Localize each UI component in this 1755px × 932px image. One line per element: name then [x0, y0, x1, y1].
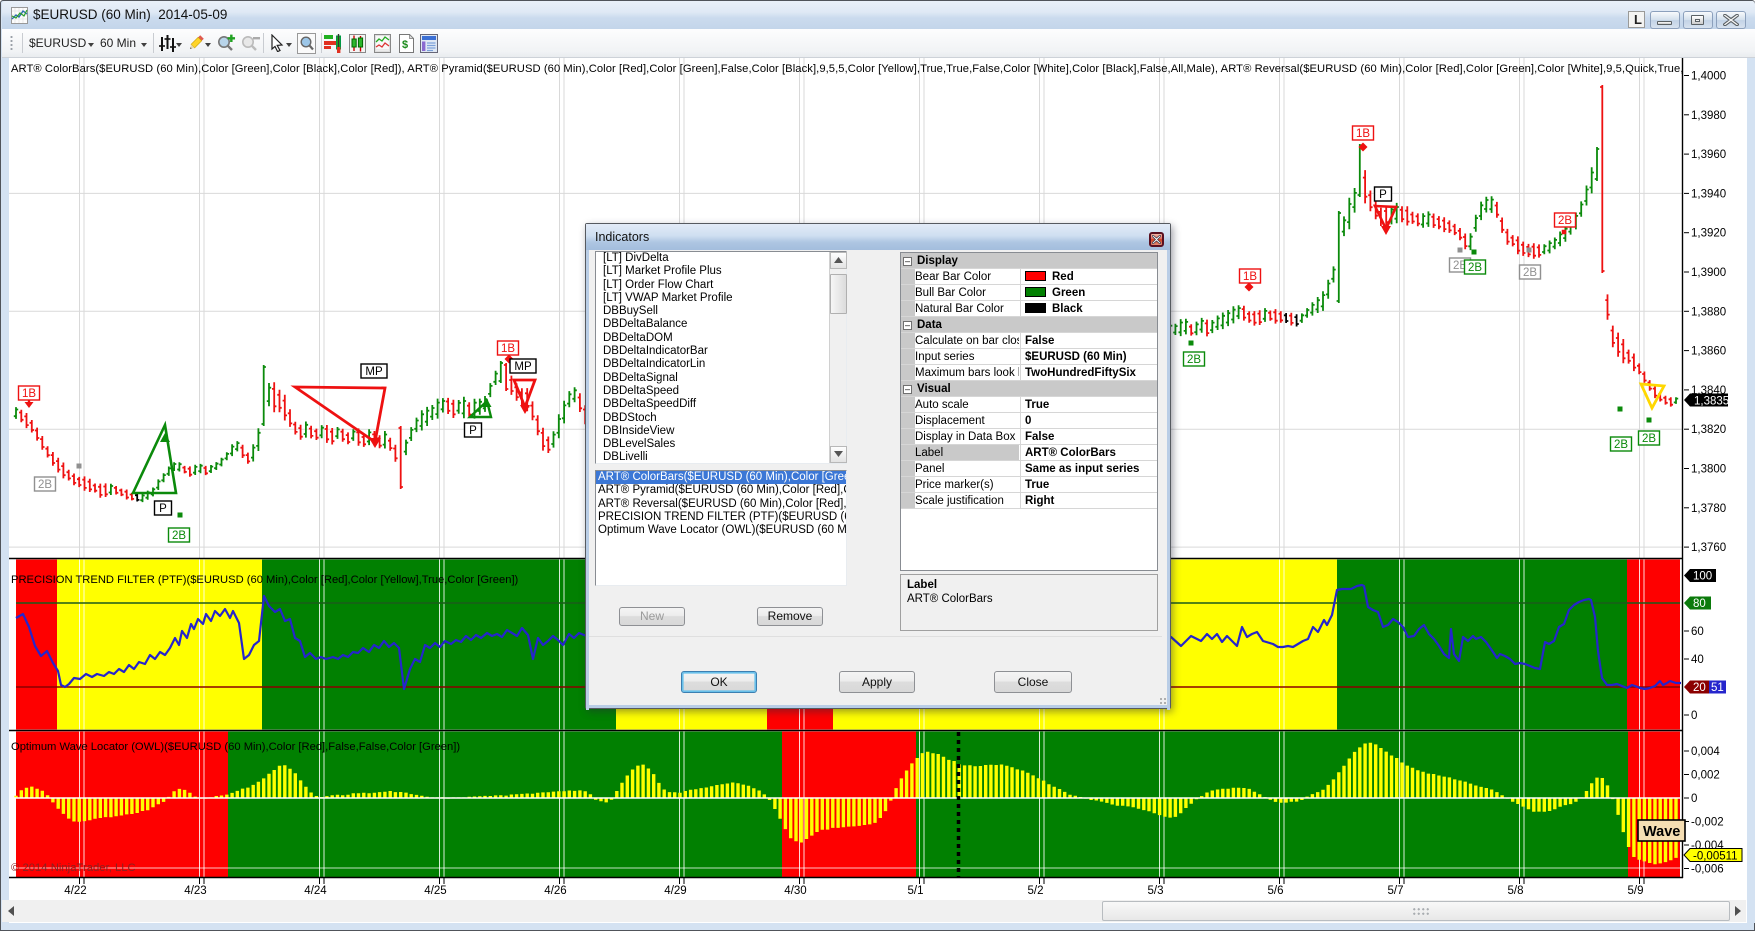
svg-text:5/6: 5/6: [1268, 885, 1284, 897]
svg-text:0: 0: [1691, 793, 1697, 805]
svg-text:1,3960: 1,3960: [1691, 149, 1726, 161]
svg-text:PRECISION TREND FILTER (PTF)($: PRECISION TREND FILTER (PTF)($EURUSD (60…: [11, 574, 519, 586]
svg-text:Optimum Wave Locator (OWL)($EU: Optimum Wave Locator (OWL)($EURUSD (60 M…: [11, 741, 460, 753]
svg-text:1,3880: 1,3880: [1691, 306, 1726, 318]
svg-text:4/29: 4/29: [664, 885, 686, 897]
svg-text:1,4000: 1,4000: [1691, 71, 1726, 83]
svg-text:4/24: 4/24: [304, 885, 327, 897]
svg-text:1,3860: 1,3860: [1691, 346, 1726, 358]
svg-text:4/26: 4/26: [544, 885, 566, 897]
svg-text:-0,006: -0,006: [1691, 864, 1724, 876]
svg-text:1,3800: 1,3800: [1691, 464, 1726, 476]
svg-text:2B: 2B: [1187, 354, 1201, 366]
svg-text:2B: 2B: [1523, 267, 1537, 279]
svg-text:0: 0: [1691, 710, 1697, 722]
svg-text:© 2014 NinjaTrader, LLC: © 2014 NinjaTrader, LLC: [11, 862, 136, 874]
svg-text:2B: 2B: [172, 530, 186, 542]
svg-text:1,3920: 1,3920: [1691, 228, 1726, 240]
svg-text:1B: 1B: [1356, 128, 1370, 140]
svg-text:P: P: [1379, 189, 1387, 201]
svg-text:4/23: 4/23: [184, 885, 206, 897]
svg-text:80: 80: [1693, 598, 1706, 610]
svg-text:5/3: 5/3: [1148, 885, 1164, 897]
svg-text:-0,00511: -0,00511: [1693, 851, 1738, 863]
svg-text:2B: 2B: [38, 479, 52, 491]
svg-text:1,3940: 1,3940: [1691, 188, 1726, 200]
svg-text:5/8: 5/8: [1508, 885, 1524, 897]
svg-text:1B: 1B: [22, 388, 36, 400]
svg-text:MP: MP: [514, 361, 532, 373]
svg-text:60: 60: [1691, 626, 1704, 638]
svg-text:2B: 2B: [1468, 262, 1482, 274]
svg-text:1,3760: 1,3760: [1691, 542, 1726, 554]
svg-text:2B: 2B: [1558, 215, 1572, 227]
svg-text:-0,002: -0,002: [1691, 817, 1724, 829]
svg-text:ART® ColorBars($EURUSD (60 Min: ART® ColorBars($EURUSD (60 Min),Color [G…: [11, 63, 1714, 75]
svg-text:20: 20: [1693, 682, 1706, 694]
svg-text:P: P: [469, 425, 477, 437]
svg-text:1,3835: 1,3835: [1694, 396, 1729, 408]
svg-text:4/22: 4/22: [64, 885, 86, 897]
svg-text:2B: 2B: [1642, 433, 1656, 445]
svg-text:0,004: 0,004: [1691, 746, 1720, 758]
svg-text:MP: MP: [365, 366, 383, 378]
svg-text:40: 40: [1691, 654, 1704, 666]
svg-text:2B: 2B: [1614, 439, 1628, 451]
svg-text:1B: 1B: [1243, 271, 1257, 283]
svg-text:1B: 1B: [501, 343, 515, 355]
svg-text:5/2: 5/2: [1028, 885, 1044, 897]
svg-text:5/1: 5/1: [908, 885, 924, 897]
svg-text:Wave: Wave: [1643, 824, 1680, 840]
svg-text:4/30: 4/30: [784, 885, 806, 897]
svg-text:51: 51: [1711, 682, 1724, 694]
svg-text:100: 100: [1693, 571, 1712, 583]
svg-text:0,002: 0,002: [1691, 770, 1720, 782]
svg-text:5/7: 5/7: [1388, 885, 1404, 897]
svg-text:P: P: [159, 503, 167, 515]
svg-text:4/25: 4/25: [424, 885, 446, 897]
svg-text:1,3820: 1,3820: [1691, 424, 1726, 436]
svg-text:1,3980: 1,3980: [1691, 110, 1726, 122]
svg-text:1,3780: 1,3780: [1691, 503, 1726, 515]
svg-text:5/9: 5/9: [1628, 885, 1644, 897]
svg-text:1,3900: 1,3900: [1691, 267, 1726, 279]
